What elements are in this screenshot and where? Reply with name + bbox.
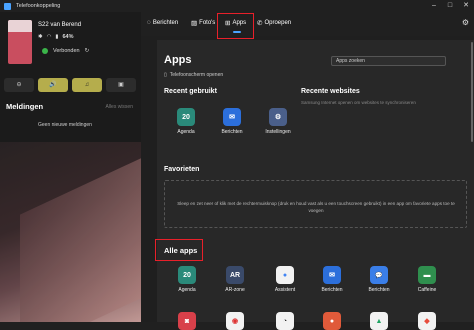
contacts-icon: ● [323, 312, 341, 330]
no-notifications-text: Geen nieuwe meldingen [38, 122, 92, 128]
phone-name: S22 van Berend [38, 22, 82, 28]
wifi-icon: ◠ [46, 34, 52, 40]
all-apps-highlight [155, 239, 203, 261]
assistant-icon: ● [276, 266, 294, 284]
phone-screen-icon: ▯ [164, 72, 167, 78]
chrome-icon: ◉ [226, 312, 244, 330]
app-berichten-2[interactable]: 💬 Berichten [362, 266, 396, 293]
recent-app-berichten[interactable]: ✉ Berichten [215, 108, 249, 135]
media-button[interactable]: ♫ [72, 78, 102, 92]
recent-websites-title: Recente websites [301, 88, 360, 95]
screen-button[interactable]: ▣ [106, 78, 136, 92]
caffeine-icon: ▬ [418, 266, 436, 284]
quick-actions: ⊖ 🔊 ♫ ▣ [4, 78, 136, 92]
maximize-button[interactable]: □ [442, 0, 458, 12]
connection-status: Verbonden ↻ [42, 48, 89, 54]
wallpaper [0, 142, 141, 322]
calendar-icon: 20 [178, 266, 196, 284]
photos-icon: ▨ [191, 20, 198, 27]
main-panel: ◌ Berichten ▨ Foto's ⊞ Apps ✆ Oproepen ⚙… [141, 12, 474, 330]
scrollbar[interactable] [471, 42, 473, 142]
settings-icon: ⚙ [269, 108, 287, 126]
app-berichten[interactable]: ✉ Berichten [315, 266, 349, 293]
messages-icon: ✉ [223, 108, 241, 126]
app-extra[interactable]: ◆ [410, 312, 444, 330]
minimize-button[interactable]: – [426, 0, 442, 12]
sidebar: S22 van Berend ✱ ◠ ▮ 64% Verbonden ↻ ⊖ 🔊… [0, 12, 141, 322]
favorites-hint: Sleep en zet neer of klik met de rechter… [177, 201, 455, 213]
close-button[interactable]: ✕ [458, 0, 474, 12]
do-not-disturb-button[interactable]: ⊖ [4, 78, 34, 92]
refresh-icon[interactable]: ↻ [85, 48, 90, 54]
ar-zone-icon: AR [226, 266, 244, 284]
recent-used-title: Recent gebruikt [164, 88, 217, 95]
recent-websites-hint: Samsung Internet openen om websites te s… [301, 100, 416, 105]
app-agenda[interactable]: 20 Agenda [170, 266, 204, 293]
favorites-title: Favorieten [164, 166, 200, 173]
bluetooth-icon: ✱ [38, 34, 43, 40]
apps-panel: Apps ▯ Telefoonscherm openen Recent gebr… [155, 40, 474, 330]
phone-status: ✱ ◠ ▮ 64% [38, 34, 73, 40]
apps-search-input[interactable] [331, 56, 446, 66]
app-camera[interactable]: ◙ [170, 312, 204, 330]
notifications-title: Meldingen [6, 102, 44, 111]
app-assistent[interactable]: ● Assistent [268, 266, 302, 293]
phone-icon: ✆ [257, 20, 263, 27]
recent-app-instellingen[interactable]: ⚙ Instellingen [261, 108, 295, 135]
messages-icon: ✉ [323, 266, 341, 284]
phone-link-logo-icon [4, 2, 11, 10]
tab-photos[interactable]: ▨ Foto's [191, 19, 215, 27]
top-nav: ◌ Berichten ▨ Foto's ⊞ Apps ✆ Oproepen ⚙ [141, 12, 474, 39]
connection-label: Verbonden [53, 48, 80, 54]
calendar-icon: 20 [177, 108, 195, 126]
chat-icon: 💬 [370, 266, 388, 284]
title-bar: Telefoonkoppeling – □ ✕ [0, 0, 474, 12]
battery-icon: ▮ [55, 34, 59, 40]
battery-level: 64% [62, 34, 74, 40]
clock-icon: ◔ [276, 312, 294, 330]
recent-app-agenda[interactable]: 20 Agenda [169, 108, 203, 135]
app-contacts[interactable]: ● [315, 312, 349, 330]
app-icon: ◆ [418, 312, 436, 330]
open-phone-screen-link[interactable]: ▯ Telefoonscherm openen [164, 72, 223, 78]
camera-icon: ◙ [178, 312, 196, 330]
apps-tab-highlight [217, 13, 254, 39]
tab-messages[interactable]: ◌ Berichten [147, 19, 178, 26]
phone-thumbnail [8, 20, 32, 64]
clear-all-button[interactable]: Alles wissen [105, 104, 133, 110]
window-title: Telefoonkoppeling [16, 3, 61, 9]
drive-icon: ▲ [370, 312, 388, 330]
messages-icon: ◌ [147, 19, 151, 26]
app-ar-zone[interactable]: AR AR-zone [218, 266, 252, 293]
app-clock[interactable]: ◔ [268, 312, 302, 330]
gear-icon[interactable]: ⚙ [462, 18, 469, 27]
sound-button[interactable]: 🔊 [38, 78, 68, 92]
app-chrome[interactable]: ◉ [218, 312, 252, 330]
phone-card[interactable]: S22 van Berend ✱ ◠ ▮ 64% Verbonden ↻ [4, 16, 134, 72]
app-caffeine[interactable]: ▬ Caffeine [410, 266, 444, 293]
app-drive[interactable]: ▲ [362, 312, 396, 330]
tab-calls[interactable]: ✆ Oproepen [257, 19, 291, 27]
connected-icon [42, 48, 48, 54]
page-title: Apps [164, 54, 192, 66]
